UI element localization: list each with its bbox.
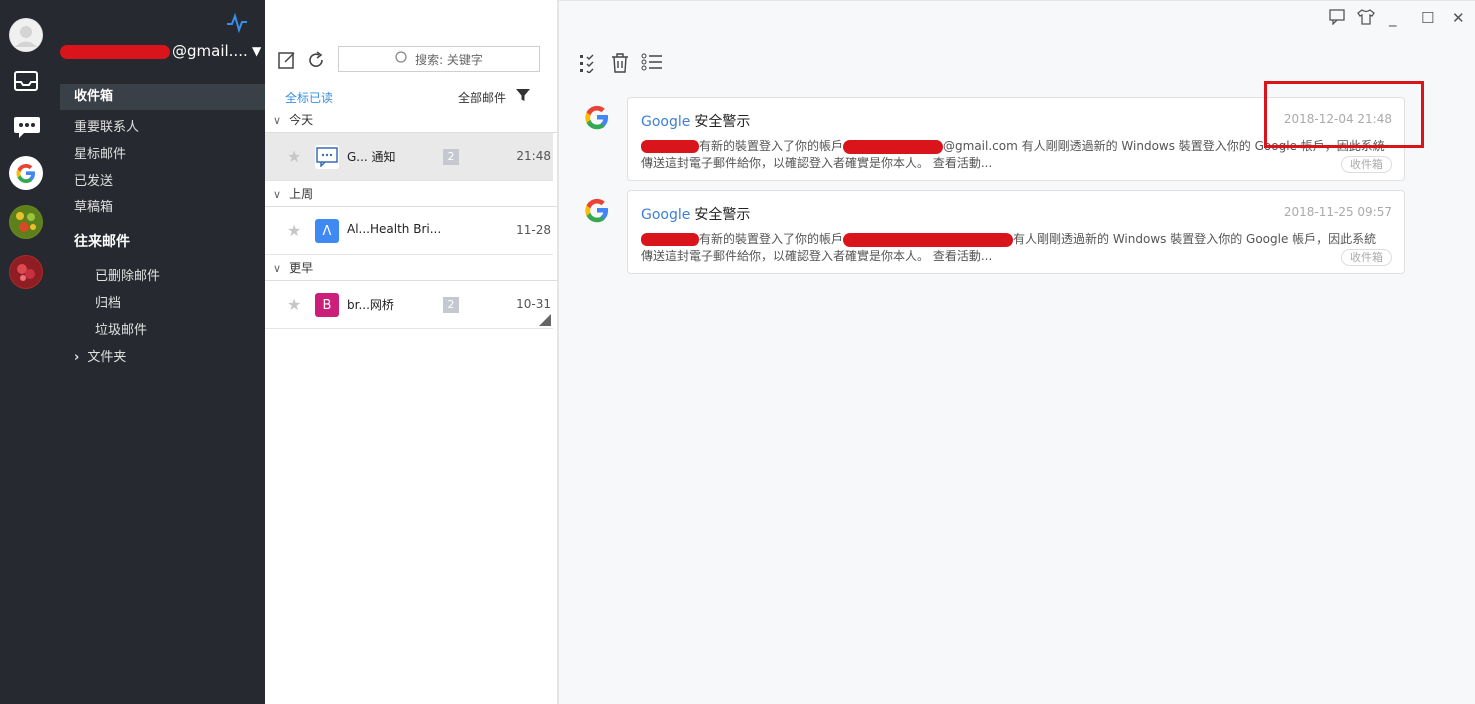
multi-select-icon[interactable] [579, 53, 597, 77]
activity-pulse-icon[interactable] [226, 12, 248, 38]
list-item[interactable]: ★ B br...网桥 2 10-31 [265, 281, 553, 329]
nav-deleted[interactable]: 已删除邮件 [95, 265, 160, 284]
redaction-mark [60, 44, 170, 59]
message-card[interactable]: Google 安全警示 2018-11-25 09:57 有新的裝置登入了你的帳戶… [627, 190, 1405, 274]
message-list-pane: 搜索: 关键字 全标已读 全部邮件 ∨ 今天 ★ G... 通知 2 21:48 … [265, 0, 558, 704]
thread-count-badge: 2 [443, 297, 459, 313]
user-avatar[interactable] [9, 18, 43, 52]
compose-icon[interactable] [277, 50, 297, 74]
nav-group[interactable]: 往来邮件 [74, 231, 130, 251]
list-item[interactable]: ★ G... 通知 2 21:48 [265, 133, 553, 181]
nav-starred[interactable]: 星标邮件 [74, 143, 126, 162]
star-icon[interactable]: ★ [287, 147, 301, 166]
google-icon [581, 194, 613, 230]
feedback-icon[interactable] [1329, 9, 1345, 29]
account-email[interactable]: @gmail.... [60, 42, 248, 60]
message-snippet: 有新的裝置登入了你的帳戶 有人剛剛透過新的 Windows 裝置登入你的 Goog… [641, 232, 1377, 263]
maximize-icon[interactable]: ☐ [1421, 9, 1434, 27]
redaction-mark [641, 233, 699, 246]
message-date: 2018-11-25 09:57 [1283, 205, 1392, 219]
account-rail [0, 0, 52, 704]
nav-inbox[interactable]: 收件箱 [60, 84, 265, 110]
chevron-down-icon: ∨ [273, 262, 282, 275]
list-item-time: 10-31 [516, 297, 551, 311]
list-item-time: 11-28 [516, 223, 551, 237]
chevron-down-icon: ∨ [273, 188, 282, 201]
section-today[interactable]: ∨ 今天 [265, 107, 558, 133]
reading-pane: _ ☐ ✕ Google 安全警示 2018-12-04 21:48 有新的裝置登… [558, 0, 1475, 704]
inbox-tray-icon[interactable] [13, 70, 39, 96]
message-sender: Google 安全警示 [641, 207, 751, 223]
list-item-subject: Al...Health Bri... [347, 222, 442, 236]
mail-app: @gmail.... ▼ 收件箱 重要联系人 星标邮件 已发送 草稿箱 往来邮件… [0, 0, 1475, 704]
star-icon[interactable]: ★ [287, 221, 301, 240]
google-icon [581, 101, 613, 137]
chat-icon[interactable] [13, 115, 41, 143]
message-title: 安全警示 [694, 114, 751, 130]
search-icon [395, 50, 409, 68]
message-title: 安全警示 [694, 207, 751, 223]
list-item-subject: br...网桥 [347, 298, 394, 312]
message-sender: Google 安全警示 [641, 114, 751, 130]
nav-junk[interactable]: 垃圾邮件 [95, 319, 147, 338]
folder-badge: 收件箱 [1341, 156, 1392, 173]
chevron-down-icon: ∨ [273, 114, 282, 127]
nav-sent[interactable]: 已发送 [74, 170, 113, 189]
notification-icon [315, 145, 339, 169]
filter-icon[interactable] [515, 87, 531, 107]
minimize-icon[interactable]: _ [1389, 9, 1397, 27]
star-icon[interactable]: ★ [287, 295, 301, 314]
fruit-account-icon[interactable] [9, 205, 43, 239]
nav-archive[interactable]: 归档 [95, 292, 121, 311]
close-icon[interactable]: ✕ [1452, 9, 1465, 27]
list-view-icon[interactable] [641, 53, 663, 75]
nav-drafts[interactable]: 草稿箱 [74, 196, 113, 215]
annotation-highlight-box [1264, 81, 1424, 148]
sender-avatar: B [315, 293, 339, 317]
list-item-subject: G... 通知 [347, 150, 396, 164]
nav-folders[interactable]: › 文件夹 [74, 346, 126, 365]
google-account-icon[interactable] [9, 156, 43, 190]
skin-shirt-icon[interactable] [1357, 9, 1375, 29]
sender-avatar: Λ [315, 219, 339, 243]
redaction-mark [641, 140, 699, 153]
redaction-mark [843, 232, 1014, 247]
refresh-icon[interactable] [306, 50, 326, 74]
berry-account-icon[interactable] [9, 255, 43, 289]
resize-corner-icon [539, 314, 551, 326]
nav-vip[interactable]: 重要联系人 [74, 116, 139, 135]
all-mail-filter[interactable]: 全部邮件 [458, 89, 506, 106]
search-input[interactable]: 搜索: 关键字 [338, 46, 540, 72]
folder-nav: @gmail.... ▼ 收件箱 重要联系人 星标邮件 已发送 草稿箱 往来邮件… [52, 0, 265, 704]
chevron-right-icon: › [74, 350, 80, 365]
redaction-mark [843, 139, 944, 154]
delete-icon[interactable] [611, 53, 629, 77]
chevron-down-icon[interactable]: ▼ [252, 44, 261, 58]
list-item-time: 21:48 [516, 149, 551, 163]
section-earlier[interactable]: ∨ 更早 [265, 255, 558, 281]
folder-badge: 收件箱 [1341, 249, 1392, 266]
list-item[interactable]: ★ Λ Al...Health Bri... 11-28 [265, 207, 553, 255]
mark-all-read-link[interactable]: 全标已读 [285, 89, 333, 106]
section-last-week[interactable]: ∨ 上周 [265, 181, 558, 207]
thread-count-badge: 2 [443, 149, 459, 165]
